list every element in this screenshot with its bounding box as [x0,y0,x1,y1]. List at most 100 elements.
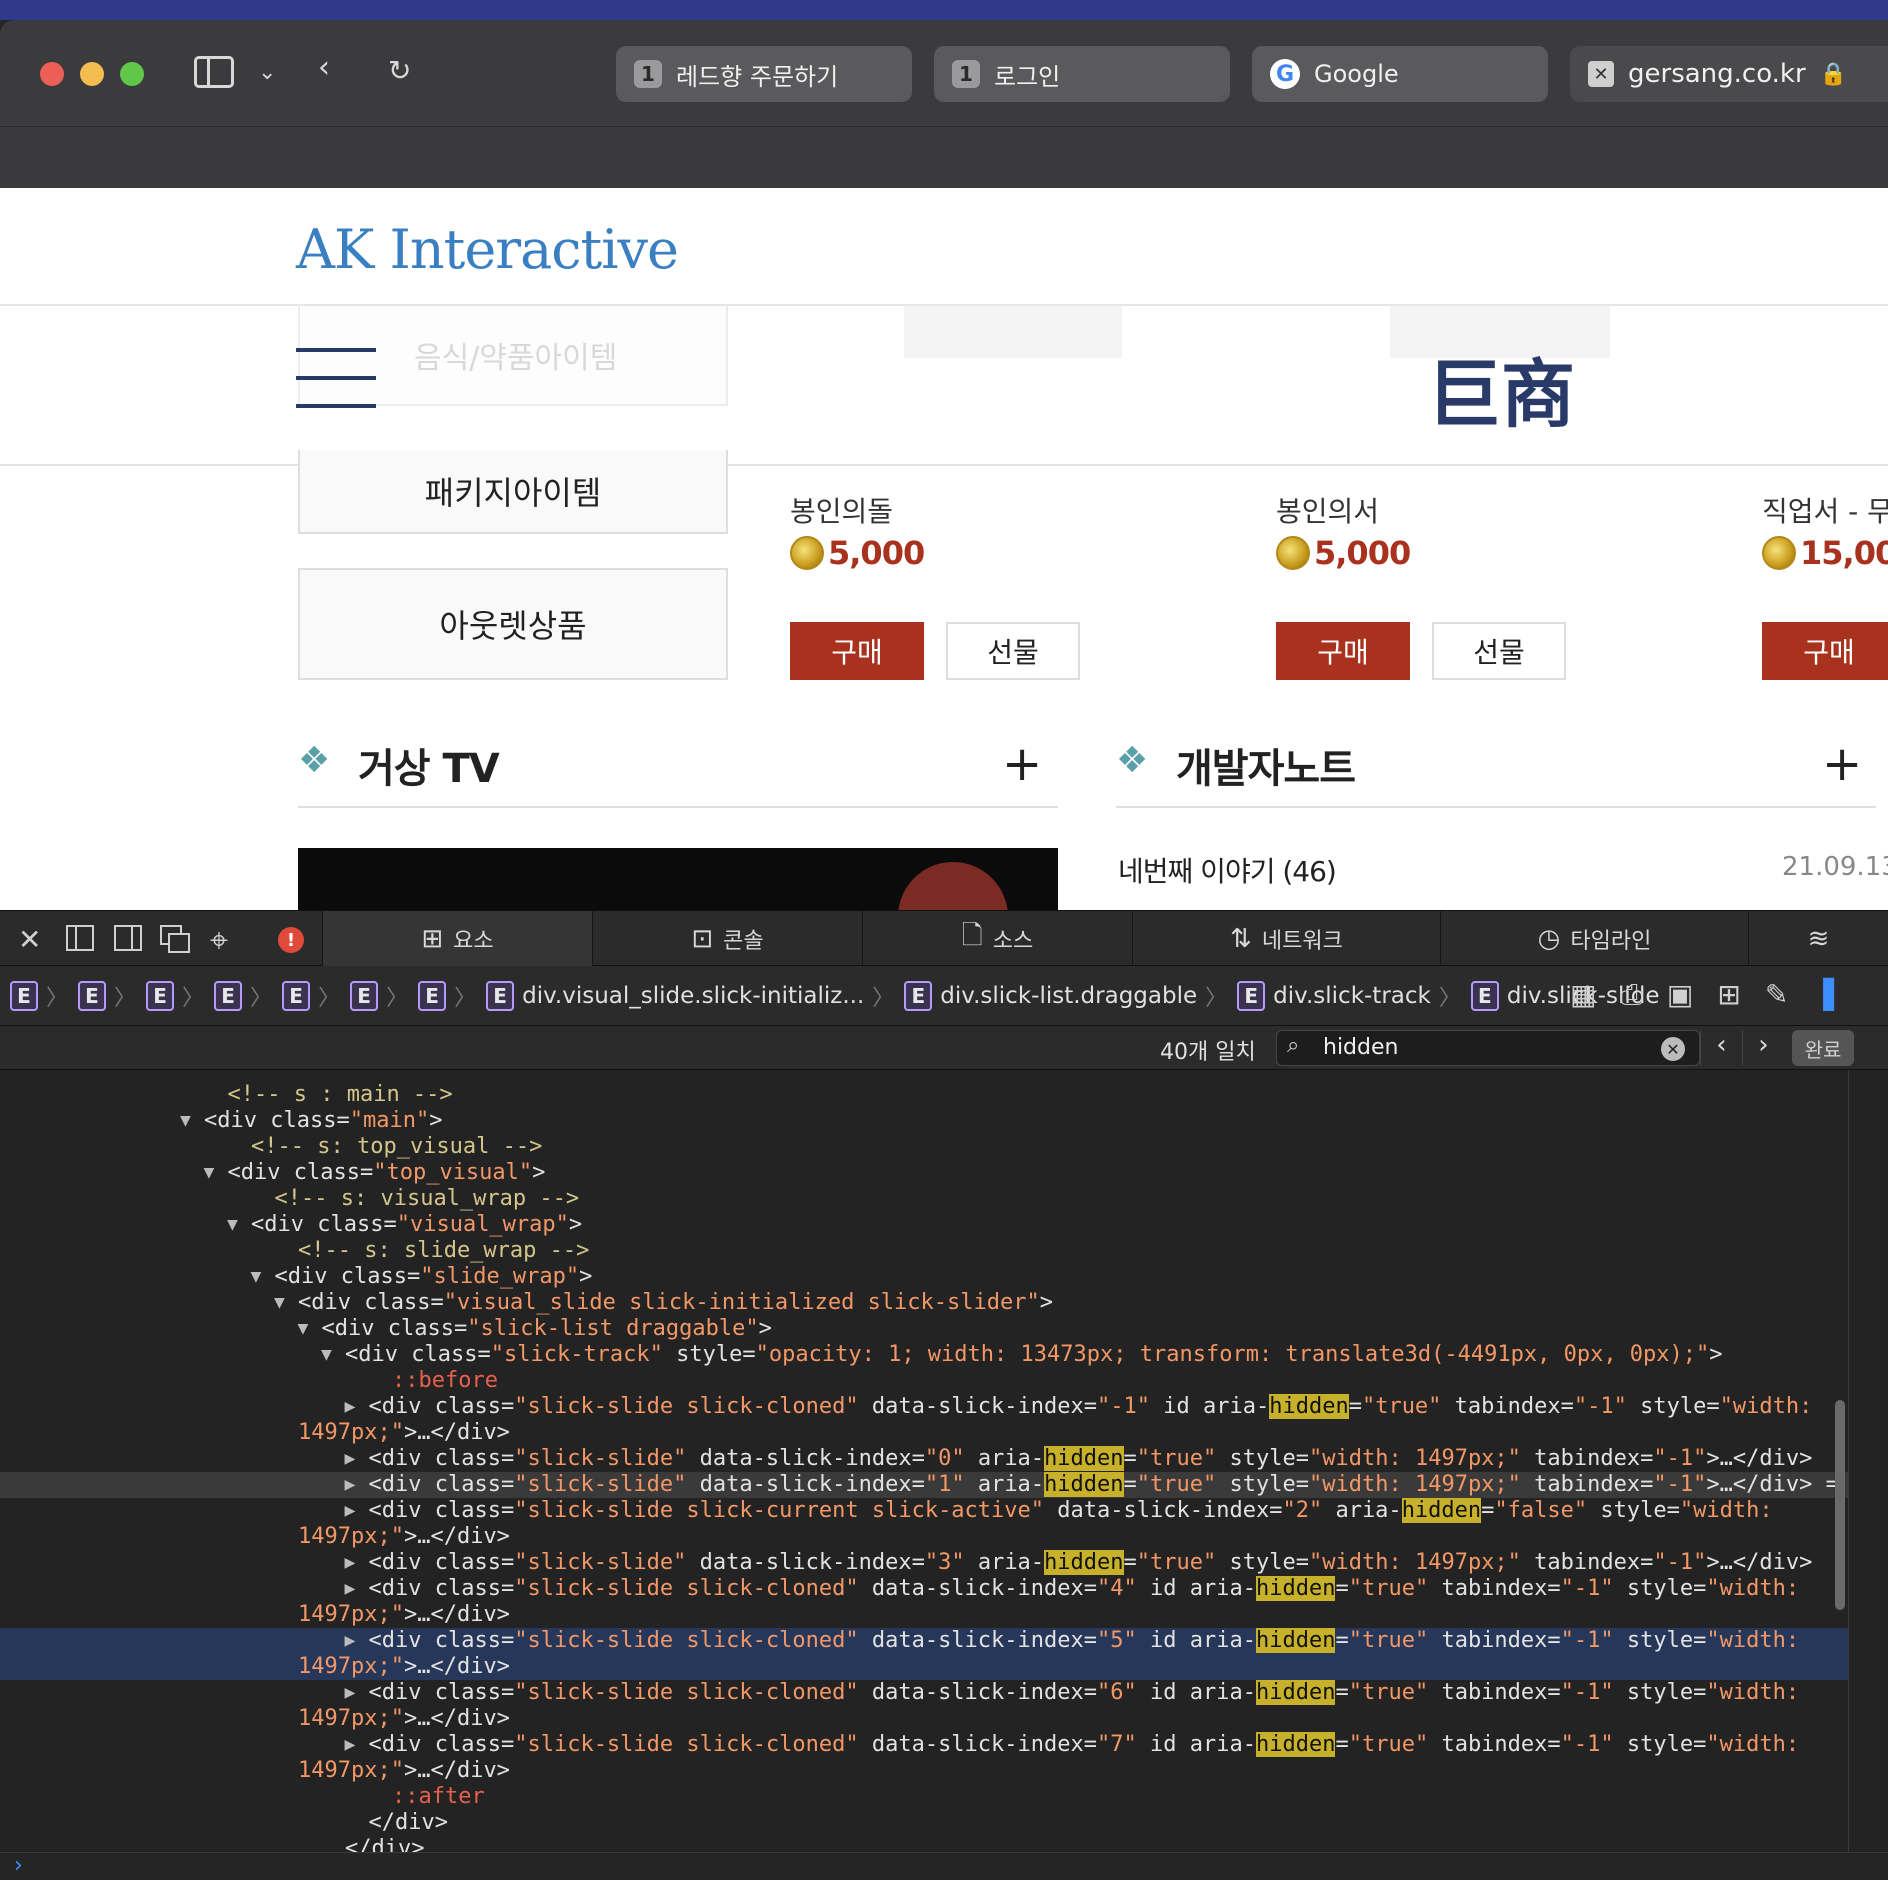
breadcrumb-item[interactable]: E [282,980,311,1011]
dom-node-line[interactable]: 1497px;">…</div> [0,1524,1848,1550]
tab-elements[interactable]: ⊞ 요소 [322,911,592,967]
dom-node-line[interactable]: ▼ <div class="visual_slide slick-initiali… [0,1290,1848,1316]
disclosure-triangle-icon[interactable]: ▶ [345,1576,356,1602]
dom-node-line[interactable]: ▶ <div class="slick-slide slick-current s… [0,1498,1848,1524]
dom-node-line[interactable]: </div> [0,1810,1848,1836]
minimize-window-button[interactable] [80,62,104,86]
search-field[interactable]: ⌕ hidden ✕ [1276,1030,1700,1066]
disclosure-triangle-icon[interactable]: ▶ [345,1628,356,1654]
undock-icon[interactable] [160,925,192,953]
hamburger-menu-icon[interactable] [296,348,376,410]
breadcrumb-item[interactable]: E [214,980,243,1011]
product-name[interactable]: 직업서 - 무 [1762,490,1888,530]
dom-node-line[interactable]: ::before [0,1368,1848,1394]
chevron-down-icon[interactable]: ⌄ [258,60,276,85]
breadcrumb-item[interactable]: E [78,980,107,1011]
tab-3[interactable]: G Google [1252,46,1548,102]
breadcrumb-item[interactable]: Ediv.slick-track [1237,980,1431,1011]
disclosure-triangle-icon[interactable]: ▶ [345,1394,356,1420]
sidebar-item-package[interactable]: 패키지아이템 [298,450,728,534]
dom-node-line[interactable]: ▶ <div class="slick-slide slick-cloned" d… [0,1576,1848,1602]
brush-icon[interactable]: ✎ [1765,978,1788,1012]
tab-4[interactable]: ✕ gersang.co.kr 🔒 [1570,46,1888,102]
dom-node-line[interactable]: ▼ <div class="top_visual"> [0,1160,1848,1186]
dom-node-line[interactable]: 1497px;">…</div> [0,1602,1848,1628]
dom-node-line[interactable]: <!-- s : main --> [0,1082,1848,1108]
dom-node-line[interactable]: ▼ <div class="visual_wrap"> [0,1212,1848,1238]
next-match-button[interactable]: › [1742,1030,1784,1066]
dom-node-line[interactable]: ▼ <div class="slick-track" style="opacity… [0,1342,1848,1368]
grid-layout-icon[interactable]: ⊞ [1717,978,1740,1012]
disclosure-triangle-icon[interactable]: ▶ [345,1446,356,1472]
print-icon[interactable]: ⎙ [1620,978,1642,1012]
dom-node-line[interactable]: ▼ <div class="slide_wrap"> [0,1264,1848,1290]
dom-node-line[interactable]: ▼ <div class="slick-list draggable"> [0,1316,1848,1342]
console-prompt-bar[interactable]: › [0,1852,1888,1880]
sidebar-toggle-icon[interactable] [194,56,234,88]
close-window-button[interactable] [40,62,64,86]
back-arrow-icon[interactable]: ‹ [318,50,330,85]
disclosure-triangle-icon[interactable]: ▼ [274,1290,285,1316]
clear-search-icon[interactable]: ✕ [1661,1037,1685,1061]
gift-button[interactable]: 선물 [946,622,1080,680]
dom-node-line[interactable]: ::after [0,1784,1848,1810]
disclosure-triangle-icon[interactable]: ▼ [298,1316,309,1342]
dom-node-line[interactable]: ▶ <div class="slick-slide slick-cloned" d… [0,1732,1848,1758]
disclosure-triangle-icon[interactable]: ▶ [345,1732,356,1758]
dom-node-line[interactable]: ▶ <div class="slick-slide" data-slick-ind… [0,1446,1848,1472]
crosshair-icon[interactable]: ⌖ [210,921,228,960]
tab-console[interactable]: ⊡ 콘솔 [592,911,862,967]
done-button[interactable]: 완료 [1792,1030,1854,1066]
product-name[interactable]: 봉인의돌 [790,490,893,530]
breadcrumb-item[interactable]: Ediv.slick-list.draggable [904,980,1197,1011]
search-input[interactable]: hidden [1323,1035,1398,1060]
rulers-icon[interactable]: ▦ [1570,978,1596,1012]
dom-node-line[interactable]: ▶ <div class="slick-slide slick-cloned" d… [0,1628,1848,1654]
disclosure-triangle-icon[interactable]: ▶ [345,1472,356,1498]
previous-match-button[interactable]: ‹ [1700,1030,1742,1066]
note-title[interactable]: 네번째 이야기 (46) [1118,850,1337,890]
dom-node-line[interactable]: ▶ <div class="slick-slide slick-cloned" d… [0,1680,1848,1706]
dom-node-line[interactable]: 1497px;">…</div> [0,1758,1848,1784]
tab-network[interactable]: ⇅ 네트워크 [1132,911,1440,967]
buy-button[interactable]: 구매 [790,622,924,680]
scrollbar-thumb[interactable] [1835,1400,1845,1610]
more-button[interactable]: + [1822,736,1862,792]
error-indicator-icon[interactable]: ! [278,927,304,953]
disclosure-triangle-icon[interactable]: ▼ [204,1160,215,1186]
tab-sources[interactable]: 🗋 소스 [862,911,1132,967]
buy-button[interactable]: 구매 [1276,622,1410,680]
tab-storage[interactable]: ≋ [1748,911,1888,967]
dom-node-line[interactable]: ▼ <div class="main"> [0,1108,1848,1134]
site-logo[interactable]: AK Interactive [296,218,679,281]
dom-node-line[interactable]: <!-- s: top_visual --> [0,1134,1848,1160]
buy-button[interactable]: 구매 [1762,622,1888,680]
disclosure-triangle-icon[interactable]: ▶ [345,1498,356,1524]
disclosure-triangle-icon[interactable]: ▼ [251,1264,262,1290]
breadcrumb-item[interactable]: E [146,980,175,1011]
breadcrumb-item[interactable]: E [350,980,379,1011]
disclosure-triangle-icon[interactable]: ▼ [180,1108,191,1134]
disclosure-triangle-icon[interactable]: ▼ [321,1342,332,1368]
dom-node-line[interactable]: 1497px;">…</div> [0,1420,1848,1446]
dock-left-icon[interactable] [66,925,94,951]
breadcrumb-item[interactable]: E [10,980,38,1011]
dom-node-line[interactable]: 1497px;">…</div> [0,1654,1848,1680]
dom-node-line[interactable]: </div> [0,1836,1848,1852]
dom-node-line[interactable]: ▶ <div class="slick-slide slick-cloned" d… [0,1394,1848,1420]
video-thumbnail[interactable] [298,848,1058,910]
dom-node-line[interactable]: 1497px;">…</div> [0,1706,1848,1732]
disclosure-triangle-icon[interactable]: ▶ [345,1550,356,1576]
disclosure-triangle-icon[interactable]: ▼ [227,1212,238,1238]
sidebar-item-outlet[interactable]: 아웃렛상품 [298,568,728,680]
dom-node-line[interactable]: ▶ <div class="slick-slide" data-slick-ind… [0,1550,1848,1576]
breadcrumb-item[interactable]: E [418,980,447,1011]
gift-button[interactable]: 선물 [1432,622,1566,680]
more-button[interactable]: + [1002,736,1042,792]
disclosure-triangle-icon[interactable]: ▶ [345,1680,356,1706]
tab-2[interactable]: 1 로그인 [934,46,1230,102]
product-name[interactable]: 봉인의서 [1276,490,1379,530]
sidebar-panel-icon[interactable]: ▐ [1812,978,1834,1012]
close-tab-icon[interactable]: ✕ [1588,61,1614,87]
close-devtools-icon[interactable]: ✕ [18,923,41,956]
